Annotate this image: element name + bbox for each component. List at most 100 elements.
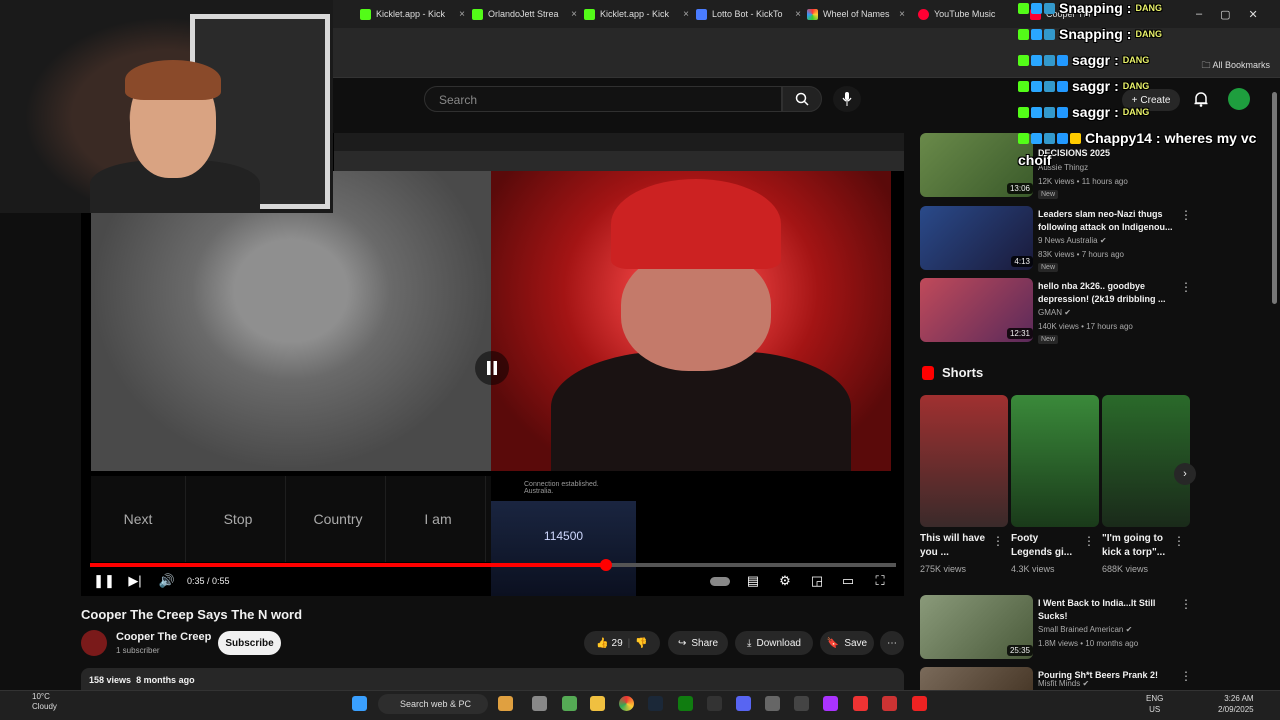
- scrollbar[interactable]: [1272, 92, 1277, 304]
- scrubber-handle[interactable]: [599, 559, 612, 571]
- short-title[interactable]: Footy Legends gi...: [1011, 532, 1081, 560]
- steam-icon[interactable]: [648, 696, 663, 711]
- miniplayer-button[interactable]: ◲: [807, 572, 827, 590]
- tab-kicklet-1[interactable]: Kicklet.app - Kick ×: [360, 4, 465, 24]
- share-icon: ↪: [677, 637, 687, 649]
- channel-avatar[interactable]: [81, 630, 107, 656]
- close-icon[interactable]: ×: [899, 9, 905, 20]
- app-icon[interactable]: [498, 696, 513, 711]
- tab-youtube-music[interactable]: YouTube Music: [918, 4, 1018, 24]
- recommended-video[interactable]: 25:35 I Went Back to India...It Still Su…: [920, 595, 1250, 659]
- gear-icon: ⚙: [779, 573, 791, 588]
- shorts-next-button[interactable]: ›: [1174, 463, 1196, 485]
- language-indicator[interactable]: ENG US: [1146, 693, 1163, 715]
- settings-button[interactable]: ⚙: [775, 572, 795, 590]
- tab-orlandojett[interactable]: OrlandoJett Strea ×: [472, 4, 577, 24]
- fullscreen-button[interactable]: ⛶: [870, 572, 890, 590]
- more-actions-button[interactable]: ⋯: [880, 631, 904, 655]
- recommended-video[interactable]: Pouring Sh*t Beers Prank 2! Misfit Minds…: [920, 667, 1250, 690]
- save-button[interactable]: 🔖 Save: [820, 631, 874, 655]
- chrome-icon[interactable]: [619, 696, 634, 711]
- download-button[interactable]: ⤓ Download: [735, 631, 813, 655]
- voice-search-button[interactable]: [833, 86, 861, 112]
- channel-name[interactable]: 9 News Australia ✔: [1038, 236, 1107, 245]
- short-thumbnail[interactable]: [920, 395, 1008, 527]
- volume-button[interactable]: 🔊: [157, 572, 177, 590]
- autoplay-toggle[interactable]: [708, 572, 732, 590]
- search-input[interactable]: Search: [424, 86, 782, 112]
- more-options-icon[interactable]: ⋮: [992, 534, 1004, 548]
- more-options-icon[interactable]: ⋮: [1180, 597, 1192, 611]
- search-button[interactable]: [782, 86, 822, 112]
- stop-button[interactable]: Stop: [191, 476, 286, 562]
- short-thumbnail[interactable]: [1102, 395, 1190, 527]
- channel-name[interactable]: GMAN ✔: [1038, 308, 1071, 317]
- taskbar-search[interactable]: Search web & PC: [378, 694, 488, 714]
- more-options-icon[interactable]: ⋮: [1180, 208, 1192, 222]
- short-title[interactable]: "I'm going to kick a torp"...: [1102, 532, 1172, 560]
- fullscreen-icon: ⛶: [875, 573, 885, 588]
- epic-games-icon[interactable]: [707, 696, 722, 711]
- app-icon[interactable]: [794, 696, 809, 711]
- tab-kicklet-2[interactable]: Kicklet.app - Kick ×: [584, 4, 689, 24]
- video-thumbnail[interactable]: [920, 667, 1033, 690]
- like-button[interactable]: 👍 29: [596, 638, 622, 649]
- app-icon[interactable]: [853, 696, 868, 711]
- share-button[interactable]: ↪ Share: [668, 631, 728, 655]
- progress-bar[interactable]: [90, 559, 896, 571]
- more-options-icon[interactable]: ⋮: [1180, 669, 1192, 683]
- duration-badge: 25:35: [1006, 645, 1033, 656]
- chat-badges: [1018, 80, 1068, 92]
- subscriber-count: 1 subscriber: [116, 646, 160, 655]
- start-icon[interactable]: [352, 696, 367, 711]
- more-options-icon[interactable]: ⋮: [1180, 280, 1192, 294]
- maximize-icon[interactable]: ▢: [1220, 8, 1230, 21]
- short-thumbnail[interactable]: [1011, 395, 1099, 527]
- close-icon[interactable]: ×: [795, 9, 801, 20]
- i-am-button[interactable]: I am: [391, 476, 486, 562]
- app-icon[interactable]: [823, 696, 838, 711]
- country-button[interactable]: Country: [291, 476, 386, 562]
- channel-name[interactable]: Cooper The Creep: [116, 631, 211, 643]
- all-bookmarks[interactable]: 🗀 All Bookmarks: [1201, 58, 1270, 74]
- next-button[interactable]: Next: [91, 476, 186, 562]
- pause-button[interactable]: ❚❚: [93, 572, 115, 590]
- mini-video-overlay: 114500: [491, 501, 636, 596]
- verified-icon: ✔: [1099, 236, 1107, 245]
- more-options-icon[interactable]: ⋮: [1173, 534, 1185, 548]
- channel-name[interactable]: Misfit Minds ✔: [1038, 679, 1089, 688]
- close-icon[interactable]: ×: [571, 9, 577, 20]
- short-title[interactable]: This will have you ...: [920, 532, 990, 560]
- search-icon: [795, 92, 809, 106]
- settings-icon[interactable]: [765, 696, 780, 711]
- file-explorer-icon[interactable]: [590, 696, 605, 711]
- app-icon[interactable]: [562, 696, 577, 711]
- xbox-icon[interactable]: [678, 696, 693, 711]
- app-icon[interactable]: [882, 696, 897, 711]
- close-window-icon[interactable]: ✕: [1249, 8, 1258, 21]
- discord-icon[interactable]: [736, 696, 751, 711]
- tab-wheel-of-names[interactable]: Wheel of Names ×: [807, 4, 905, 24]
- next-video-button[interactable]: ▶|: [125, 572, 145, 590]
- system-clock[interactable]: 3:26 AM 2/09/2025: [1218, 693, 1254, 715]
- face: [621, 251, 771, 371]
- theater-mode-button[interactable]: ▭: [838, 572, 858, 590]
- weather-widget[interactable]: 10°C Cloudy: [12, 692, 57, 712]
- close-icon[interactable]: ×: [683, 9, 689, 20]
- app-icon[interactable]: [912, 696, 927, 711]
- account-avatar[interactable]: [1228, 88, 1250, 110]
- recommended-video[interactable]: 4:13 Leaders slam neo-Nazi thugs followi…: [920, 206, 1250, 272]
- short-views: 4.3K views: [1011, 564, 1055, 574]
- minimize-icon[interactable]: –: [1196, 8, 1202, 20]
- recommended-video[interactable]: 12:31 hello nba 2k26.. goodbye depressio…: [920, 278, 1250, 344]
- subtitles-button[interactable]: ▤: [743, 572, 763, 590]
- subscribe-button[interactable]: Subscribe: [218, 631, 281, 655]
- dislike-button[interactable]: 👎: [635, 638, 647, 649]
- close-icon[interactable]: ×: [459, 9, 465, 20]
- more-options-icon[interactable]: ⋮: [1083, 534, 1095, 548]
- bell-icon[interactable]: [1192, 90, 1210, 108]
- tab-lotto-bot[interactable]: Lotto Bot - KickTo ×: [696, 4, 801, 24]
- channel-name[interactable]: Small Brained American ✔: [1038, 625, 1132, 634]
- task-view-icon[interactable]: [532, 696, 547, 711]
- center-pause-button[interactable]: [475, 351, 509, 385]
